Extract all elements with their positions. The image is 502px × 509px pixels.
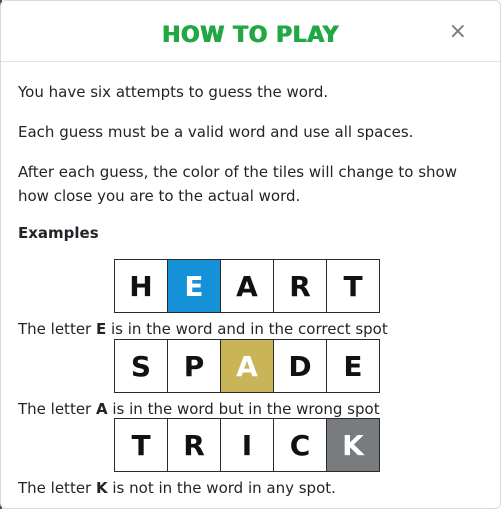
tile: A bbox=[220, 259, 274, 313]
tile: S bbox=[114, 339, 168, 393]
example-description-absent: The letter K is not in the word in any s… bbox=[18, 478, 336, 498]
tile: D bbox=[273, 339, 327, 393]
example-description-present: The letter A is in the word but in the w… bbox=[18, 399, 380, 419]
desc-letter: E bbox=[96, 320, 107, 338]
tile: E bbox=[326, 339, 380, 393]
example-row-heart: H E A R T bbox=[114, 259, 380, 313]
tile: R bbox=[167, 418, 221, 472]
desc-prefix: The letter bbox=[18, 400, 96, 418]
how-to-play-modal: HOW TO PLAY × You have six attempts to g… bbox=[0, 0, 501, 509]
modal-title: HOW TO PLAY bbox=[162, 23, 339, 48]
desc-suffix: is not in the word in any spot. bbox=[107, 479, 336, 497]
tile-correct: E bbox=[167, 259, 221, 313]
tile-absent: K bbox=[326, 418, 380, 472]
desc-suffix: is in the word and in the correct spot bbox=[106, 320, 388, 338]
example-row-spade: S P A D E bbox=[114, 339, 380, 393]
instruction-valid-word: Each guess must be a valid word and use … bbox=[18, 123, 414, 141]
desc-prefix: The letter bbox=[18, 479, 96, 497]
examples-heading: Examples bbox=[18, 224, 99, 242]
close-icon[interactable]: × bbox=[449, 21, 467, 43]
desc-letter: K bbox=[96, 479, 108, 497]
instruction-colors: After each guess, the color of the tiles… bbox=[18, 163, 457, 205]
tile-present: A bbox=[220, 339, 274, 393]
tile: R bbox=[273, 259, 327, 313]
tile: T bbox=[114, 418, 168, 472]
desc-prefix: The letter bbox=[18, 320, 96, 338]
modal-header: HOW TO PLAY × bbox=[1, 1, 500, 62]
desc-letter: A bbox=[96, 400, 108, 418]
tile: I bbox=[220, 418, 274, 472]
desc-suffix: is in the word but in the wrong spot bbox=[107, 400, 380, 418]
tile: H bbox=[114, 259, 168, 313]
tile: T bbox=[326, 259, 380, 313]
tile: C bbox=[273, 418, 327, 472]
example-row-trick: T R I C K bbox=[114, 418, 380, 472]
instruction-attempts: You have six attempts to guess the word. bbox=[18, 83, 329, 101]
example-description-correct: The letter E is in the word and in the c… bbox=[18, 319, 388, 339]
tile: P bbox=[167, 339, 221, 393]
